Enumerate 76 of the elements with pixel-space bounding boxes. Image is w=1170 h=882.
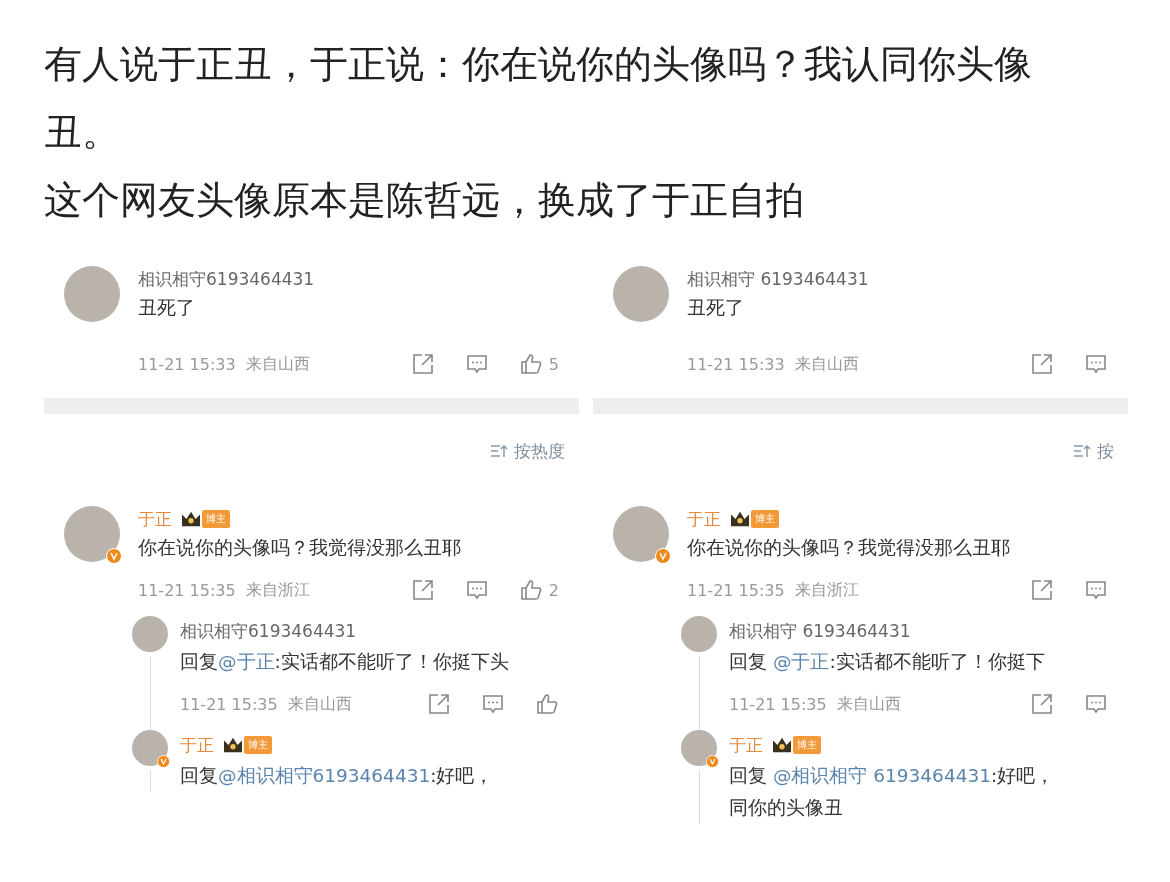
share-icon[interactable] [1030,578,1054,602]
author-badge: 博主 [202,510,230,528]
sort-button[interactable]: 按 [1073,436,1114,466]
mention-link[interactable]: @于正 [218,651,275,672]
username[interactable]: 于正 [180,733,214,757]
comment-time: 11-21 15:35 [729,694,827,714]
crown-icon [771,736,793,754]
mention-link[interactable]: @于正 [772,651,830,672]
reply-text: 回复@于正:实话都不能听了！你挺下头 [180,650,510,674]
comment-icon[interactable] [481,692,505,716]
username[interactable]: 相识相守6193464431 [138,267,315,291]
username[interactable]: 相识相守 6193464431 [729,619,911,643]
comment-location: 来自山西 [245,353,310,375]
author-badge: 博主 [793,736,821,754]
post-text: 有人说于正丑，于正说：你在说你的头像吗？我认同你头像丑。 [44,41,1033,156]
like-count: 2 [548,580,559,600]
comment-time: 11-21 15:35 [687,580,785,600]
verified-icon [655,548,671,564]
comment-time: 11-21 15:33 [138,354,236,374]
avatar[interactable] [132,616,168,652]
crown-icon [729,510,751,528]
reply-text: 回复 @相识相守 6193464431:好吧， [729,764,1056,788]
share-icon[interactable] [410,578,435,602]
comment-location: 来自山西 [836,693,901,715]
verified-icon [157,755,170,768]
comment-location: 来自浙江 [794,579,859,601]
avatar[interactable] [681,616,717,652]
avatar[interactable] [613,266,669,322]
thumbs-up-icon[interactable] [518,578,543,602]
username[interactable]: 相识相守6193464431 [180,619,357,643]
reply-text: 回复@相识相守6193464431:好吧， [180,764,495,788]
share-icon[interactable] [410,352,435,376]
author-badge: 博主 [244,736,272,754]
comment-text: 你在说你的头像吗？我觉得没那么丑耶 [687,536,1011,560]
like-count: 5 [548,354,559,374]
comment-location: 来自山西 [794,353,859,375]
comment-time: 11-21 15:33 [687,354,785,374]
sort-icon [1073,444,1093,458]
reply-text: 同你的头像丑 [729,796,844,820]
avatar[interactable] [613,506,669,562]
comment-text: 丑死了 [687,296,745,320]
username[interactable]: 于正 [138,507,172,531]
mention-link[interactable]: @相识相守6193464431 [218,765,431,786]
share-icon[interactable] [1030,352,1054,376]
verified-icon [106,548,122,564]
username[interactable]: 于正 [729,733,763,757]
sort-button[interactable]: 按热度 [490,436,565,466]
avatar[interactable] [132,730,168,766]
reply-text: 回复 @于正:实话都不能听了！你挺下 [729,650,1046,674]
username[interactable]: 相识相守 6193464431 [687,267,869,291]
share-icon[interactable] [427,692,451,716]
comment-text: 丑死了 [138,296,196,320]
comment-icon[interactable] [1084,352,1108,376]
avatar[interactable] [64,506,120,562]
comment-icon[interactable] [464,578,489,602]
comment-icon[interactable] [1084,692,1108,716]
post-text: 这个网友头像原本是陈哲远，换成了于正自拍 [44,177,805,224]
avatar[interactable] [681,730,717,766]
sort-icon [490,444,510,458]
avatar[interactable] [64,266,120,322]
comment-location: 来自山西 [287,693,352,715]
crown-icon [180,510,202,528]
comment-icon[interactable] [1084,578,1108,602]
comment-text: 你在说你的头像吗？我觉得没那么丑耶 [138,536,462,560]
thumbs-up-icon[interactable] [535,692,559,716]
author-badge: 博主 [751,510,779,528]
username[interactable]: 于正 [687,507,721,531]
comment-location: 来自浙江 [245,579,310,601]
share-icon[interactable] [1030,692,1054,716]
mention-link[interactable]: @相识相守 6193464431 [772,765,991,786]
comment-time: 11-21 15:35 [180,694,278,714]
verified-icon [706,755,719,768]
comment-time: 11-21 15:35 [138,580,236,600]
thumbs-up-icon[interactable] [518,352,543,376]
crown-icon [222,736,244,754]
comment-icon[interactable] [464,352,489,376]
